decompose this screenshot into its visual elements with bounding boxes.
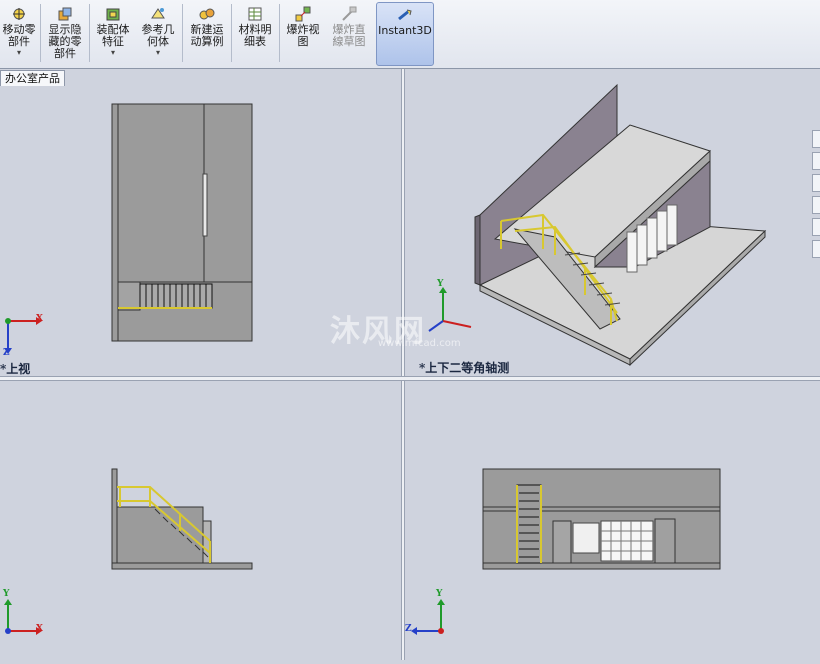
viewport-label-trimetric: *上下二等角轴测 [419,361,510,375]
button-label: Instant3D [378,24,432,37]
custom-properties-icon[interactable] [812,240,820,258]
show-hidden-icon [58,7,72,21]
chevron-down-icon[interactable]: ▾ [0,48,38,58]
explode-line-sketch-button[interactable]: 爆炸直 線草图 [328,2,370,64]
move-component-icon [13,8,25,20]
bom-table-icon [248,7,262,21]
chevron-down-icon[interactable]: ▾ [138,48,178,58]
exploded-view-button[interactable]: 爆炸视 图 [282,2,324,64]
appearances-icon[interactable] [812,218,820,236]
view-palette-icon[interactable] [812,196,820,214]
button-label: 部件 [8,35,30,48]
viewport-label-top: *上视 [0,362,31,376]
viewport-vertical-splitter[interactable] [401,69,405,660]
chevron-down-icon[interactable]: ▾ [92,48,134,58]
watermark-url: www.mfcad.com [378,338,461,349]
trimetric-model [428,83,767,367]
viewport-right[interactable]: Y X [0,381,401,660]
axis-x-label: X [36,624,43,634]
show-hidden-components-button[interactable]: 显示隐 藏的零 部件 [44,2,86,64]
button-label: 动算例 [190,35,224,48]
button-label: 图 [297,35,309,48]
axis-y-label: Y [437,279,444,289]
button-label: 部件 [54,47,76,60]
viewport-horizontal-splitter[interactable] [0,376,820,381]
button-label: 線草图 [332,35,366,48]
home-icon[interactable] [812,130,820,148]
front-view-model [411,468,721,635]
instant3d-button[interactable]: Instant3D [376,2,434,66]
instant3d-icon [398,9,412,21]
move-component-button[interactable]: 移动零 部件 ▾ [0,2,38,64]
button-label: 特征 [102,35,124,48]
viewport-front[interactable]: Y Z [405,381,820,660]
assembly-features-icon [106,8,120,21]
axis-y-label: Y [3,589,10,599]
side-view-model [4,468,253,635]
axis-y-label: Y [436,589,443,599]
axis-z-label: Z [3,348,10,358]
button-label: 细表 [244,35,266,48]
bill-of-materials-button[interactable]: 材料明 细表 [234,2,276,64]
reference-geometry-button[interactable]: 参考几 何体 ▾ [138,2,178,64]
assembly-features-button[interactable]: 装配体 特征 ▾ [92,2,134,64]
motion-study-icon [199,8,215,20]
design-library-icon[interactable] [812,152,820,170]
command-manager-toolbar: 移动零 部件 ▾ 显示隐 藏的零 部件 装配体 特征 ▾ 参考几 何体 ▾ 新建… [0,0,820,69]
axis-z-label: Z [405,624,412,634]
exploded-view-icon [295,6,311,22]
viewport-trimetric[interactable]: Y *上下二等角轴测 [405,69,820,376]
new-motion-study-button[interactable]: 新建运 动算例 [186,2,228,64]
explode-line-icon [342,6,357,21]
button-label: 何体 [147,35,169,48]
axis-x-label: X [36,314,43,324]
file-explorer-icon[interactable] [812,174,820,192]
reference-geometry-icon [151,8,165,19]
